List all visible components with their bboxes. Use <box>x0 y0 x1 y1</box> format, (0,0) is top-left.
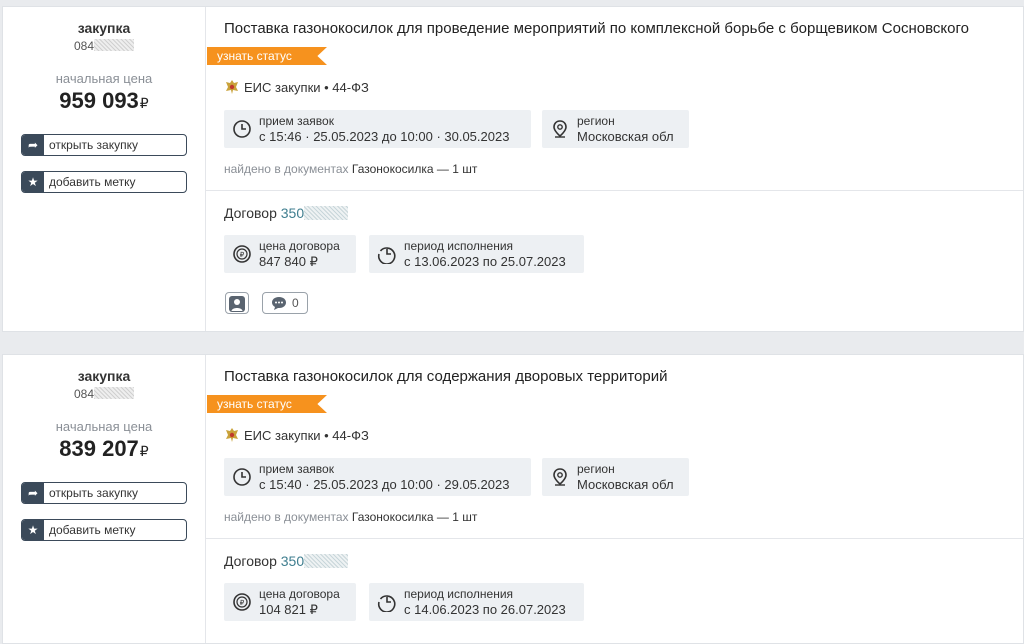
card-summary: закупка 084 начальная цена 839 207₽ ➦ от… <box>3 355 206 643</box>
add-mark-button[interactable]: ★ добавить метку <box>21 519 187 541</box>
divider <box>206 190 1023 191</box>
open-purchase-button[interactable]: ➦ открыть закупку <box>21 482 187 504</box>
purchase-number: 084 <box>74 39 135 53</box>
user-icon <box>229 296 245 312</box>
comments-button[interactable]: 0 <box>262 292 308 314</box>
add-mark-button[interactable]: ★ добавить метку <box>21 171 187 193</box>
coin-icon: ₽ <box>233 245 251 263</box>
source-line: ЕИС закупки • 44-ФЗ <box>224 427 369 443</box>
svg-text:₽: ₽ <box>240 251 245 259</box>
source-line: ЕИС закупки • 44-ФЗ <box>224 79 369 95</box>
card-summary: закупка 084 начальная цена 959 093₽ ➦ от… <box>3 7 206 331</box>
contract-line: Договор 350 <box>224 205 349 221</box>
open-purchase-button[interactable]: ➦ открыть закупку <box>21 134 187 156</box>
location-pin-icon <box>553 468 567 486</box>
svg-text:₽: ₽ <box>240 599 245 607</box>
redacted-number <box>94 387 135 399</box>
region-box: регион Московская обл <box>542 110 689 148</box>
initial-price: 839 207₽ <box>59 436 149 461</box>
purchase-card: закупка 084 начальная цена 959 093₽ ➦ от… <box>2 6 1024 332</box>
history-clock-icon <box>377 247 396 264</box>
card-details: Поставка газонокосилок для проведение ме… <box>206 7 1023 331</box>
initial-price-label: начальная цена <box>55 71 153 86</box>
contract-price-box: ₽ цена договора 104 821 ₽ <box>224 583 356 621</box>
initial-price-label: начальная цена <box>55 419 153 434</box>
contract-price-box: ₽ цена договора 847 840 ₽ <box>224 235 356 273</box>
purchase-number: 084 <box>74 387 135 401</box>
eagle-emblem-icon <box>226 428 238 442</box>
purchase-type: закупка <box>77 368 131 384</box>
accept-period-box: прием заявок с 15:46 · 25.05.2023 до 10:… <box>224 110 531 148</box>
user-button[interactable] <box>225 292 249 314</box>
location-pin-icon <box>553 120 567 138</box>
purchase-card: закупка 084 начальная цена 839 207₽ ➦ от… <box>2 354 1024 644</box>
check-status-button[interactable]: узнать статус <box>207 395 327 413</box>
purchase-type: закупка <box>77 20 131 36</box>
found-in-documents: найдено в документах Газонокосилка — 1 ш… <box>224 510 478 524</box>
region-box: регион Московская обл <box>542 458 689 496</box>
contract-number-link[interactable]: 350 <box>281 553 349 569</box>
execution-period-box: период исполнения с 14.06.2023 по 26.07.… <box>369 583 584 621</box>
contract-line: Договор 350 <box>224 553 349 569</box>
history-clock-icon <box>377 595 396 612</box>
purchase-title[interactable]: Поставка газонокосилок для проведение ме… <box>224 20 969 37</box>
clock-icon <box>233 120 251 138</box>
check-status-button[interactable]: узнать статус <box>207 47 327 65</box>
initial-price: 959 093₽ <box>59 88 149 113</box>
arrow-right-icon: ➦ <box>22 135 44 155</box>
contract-number-link[interactable]: 350 <box>281 205 349 221</box>
found-in-documents: найдено в документах Газонокосилка — 1 ш… <box>224 162 478 176</box>
comment-icon <box>272 297 286 310</box>
clock-icon <box>233 468 251 486</box>
execution-period-box: период исполнения с 13.06.2023 по 25.07.… <box>369 235 584 273</box>
star-icon: ★ <box>22 520 44 540</box>
divider <box>206 538 1023 539</box>
purchase-title[interactable]: Поставка газонокосилок для содержания дв… <box>224 368 667 385</box>
arrow-right-icon: ➦ <box>22 483 44 503</box>
eagle-emblem-icon <box>226 80 238 94</box>
accept-period-box: прием заявок с 15:40 · 25.05.2023 до 10:… <box>224 458 531 496</box>
card-details: Поставка газонокосилок для содержания дв… <box>206 355 1023 643</box>
star-icon: ★ <box>22 172 44 192</box>
comments-count: 0 <box>292 296 299 310</box>
redacted-number <box>94 39 135 51</box>
coin-icon: ₽ <box>233 593 251 611</box>
